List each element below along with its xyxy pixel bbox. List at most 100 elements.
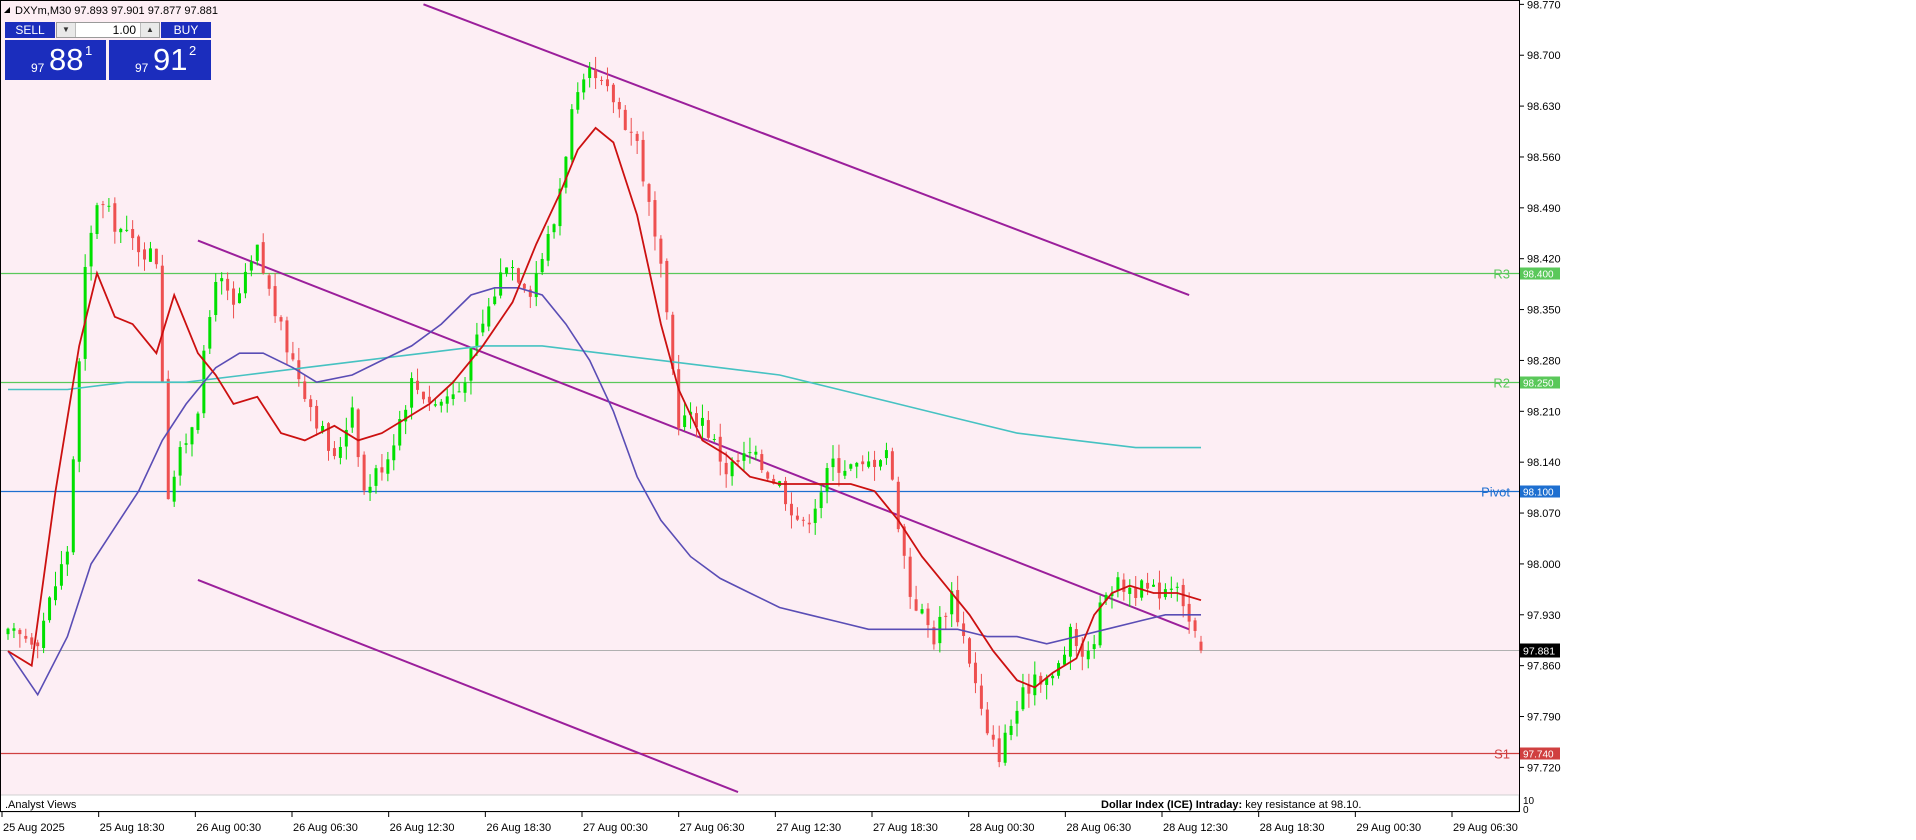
lot-increase-icon[interactable]: ▲	[140, 23, 159, 37]
candle-body	[576, 92, 580, 110]
candle-body	[433, 404, 437, 406]
candle-body	[83, 266, 87, 359]
time-axis-label: 26 Aug 06:30	[293, 822, 358, 834]
price-axis-background[interactable]	[1519, 0, 1916, 840]
candle-body	[113, 203, 117, 232]
candle-body	[623, 109, 627, 130]
candle-body	[795, 515, 799, 520]
lot-size-value[interactable]: 1.00	[77, 23, 139, 37]
candle-body	[232, 288, 236, 305]
candle-body	[18, 629, 22, 635]
chart-plot-area[interactable]	[0, 0, 1519, 812]
candle-body	[789, 503, 793, 516]
candle-body	[1068, 626, 1072, 657]
candle-body	[1009, 725, 1013, 735]
candle-body	[226, 278, 230, 291]
candle-body	[53, 586, 57, 601]
candle-body	[629, 131, 633, 133]
price-axis-label: 98.630	[1527, 101, 1561, 113]
candle-body	[338, 446, 342, 458]
candle-body	[1092, 644, 1096, 650]
candle-body	[748, 452, 752, 454]
candle-body	[1157, 582, 1161, 599]
time-axis-label: 25 Aug 2025	[3, 822, 65, 834]
candle-body	[837, 458, 841, 473]
candle-body	[1122, 579, 1126, 592]
candle-body	[291, 353, 295, 360]
candle-body	[991, 734, 995, 740]
candle-body	[499, 272, 503, 296]
level-price-value-pivot: 98.100	[1523, 488, 1554, 499]
candle-body	[410, 378, 414, 408]
time-axis-label: 28 Aug 06:30	[1066, 822, 1131, 834]
candle-body	[125, 229, 129, 231]
candle-body	[36, 642, 40, 647]
candle-body	[220, 278, 224, 282]
candle-body	[1003, 732, 1007, 763]
candle-body	[285, 320, 289, 353]
price-chart[interactable]: .Analyst Views 10 0 R3 98.400R2 98.250Pivo…	[0, 0, 1916, 840]
ask-price-big: 91	[153, 42, 188, 77]
candle-body	[867, 461, 871, 467]
one-click-trading-panel: SELL ▼ 1.00 ▲ BUY 97 88 1 97 91 2	[5, 22, 211, 80]
candle-body	[196, 413, 200, 431]
candle-body	[552, 224, 556, 233]
time-axis-label: 28 Aug 12:30	[1163, 822, 1228, 834]
candle-body	[724, 462, 728, 475]
price-axis-label: 97.930	[1527, 610, 1561, 622]
candle-body	[997, 738, 1001, 763]
level-price-value-s1: 97.740	[1523, 750, 1554, 761]
candle-body	[190, 427, 194, 445]
ask-price-fraction: 2	[189, 43, 197, 58]
candle-body	[1175, 586, 1179, 588]
candle-body	[884, 450, 888, 459]
price-axis-label: 98.070	[1527, 508, 1561, 520]
ask-price-button[interactable]: 97 91 2	[109, 40, 211, 80]
indicator-window-label: .Analyst Views	[5, 799, 77, 811]
candle-body	[594, 70, 598, 79]
time-axis-label: 27 Aug 00:30	[583, 822, 648, 834]
candle-body	[843, 470, 847, 476]
candle-body	[12, 628, 16, 631]
price-axis-label: 98.140	[1527, 457, 1561, 469]
candle-body	[439, 401, 443, 406]
level-price-value-r3: 98.400	[1523, 270, 1554, 281]
price-axis-label: 98.280	[1527, 355, 1561, 367]
price-axis-label: 98.490	[1527, 203, 1561, 215]
time-axis-label: 28 Aug 18:30	[1260, 822, 1325, 834]
candle-body	[1051, 675, 1055, 679]
candle-body	[178, 447, 182, 476]
candle-body	[350, 407, 354, 428]
candle-body	[540, 258, 544, 273]
candle-body	[570, 109, 574, 160]
candle-body	[421, 391, 425, 400]
candle-body	[641, 139, 645, 182]
bid-price-button[interactable]: 97 88 1	[5, 40, 106, 80]
candle-body	[873, 459, 877, 468]
symbol-header: DXYm,M30 97.893 97.901 97.877 97.881	[15, 5, 218, 17]
lot-size-field[interactable]: ▼ 1.00 ▲	[56, 22, 160, 38]
candle-body	[1086, 650, 1090, 660]
candle-body	[303, 381, 307, 399]
candle-body	[184, 443, 188, 445]
buy-button[interactable]: BUY	[161, 22, 211, 38]
candle-body	[6, 628, 10, 635]
price-axis-label: 98.350	[1527, 305, 1561, 317]
candle-body	[505, 267, 509, 274]
candle-body	[605, 79, 609, 87]
sell-button[interactable]: SELL	[5, 22, 55, 38]
indicator-scale-bottom: 0	[1523, 805, 1529, 816]
candle-body	[107, 205, 111, 207]
candle-body	[825, 468, 829, 492]
candle-body	[683, 415, 687, 428]
candle-body	[1152, 584, 1156, 587]
time-axis-label: 27 Aug 12:30	[776, 822, 841, 834]
time-axis-label: 27 Aug 06:30	[680, 822, 745, 834]
candle-body	[208, 317, 212, 349]
lot-decrease-icon[interactable]: ▼	[57, 23, 76, 37]
candle-body	[1128, 587, 1132, 594]
candle-body	[249, 261, 253, 271]
candle-body	[255, 244, 259, 261]
price-axis-label: 98.000	[1527, 559, 1561, 571]
candle-body	[600, 79, 604, 81]
